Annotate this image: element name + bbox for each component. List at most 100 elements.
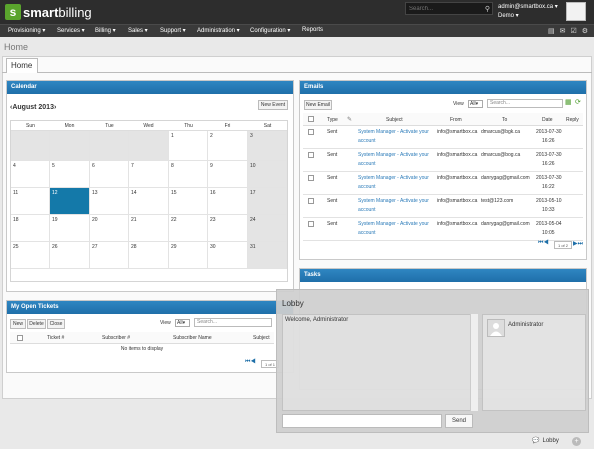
calendar-day[interactable]: 23 (208, 215, 248, 242)
email-row[interactable]: Sent System Manager - Activate your accoun… (303, 126, 583, 149)
send-button[interactable]: Send (445, 414, 473, 428)
calendar-day[interactable]: 15 (169, 188, 208, 215)
new-ticket-button[interactable]: New (10, 319, 26, 329)
tab-home[interactable]: Home (6, 58, 38, 73)
email-subject-link[interactable]: System Manager - Activate your (358, 129, 429, 135)
calendar-day[interactable]: 7 (129, 161, 169, 188)
email-subject-link[interactable]: System Manager - Activate your (358, 152, 429, 158)
calendar-day[interactable]: 25 (11, 242, 50, 269)
email-row[interactable]: Sent System Manager - Activate your accoun… (303, 218, 583, 241)
calendar-day[interactable]: 1 (169, 131, 208, 161)
email-row[interactable]: Sent System Manager - Activate your accoun… (303, 149, 583, 172)
calendar-day[interactable]: 24 (248, 215, 287, 242)
delete-ticket-button[interactable]: Delete (27, 319, 46, 329)
email-subject-link[interactable]: System Manager - Activate your (358, 221, 429, 227)
calendar-day[interactable]: 20 (90, 215, 129, 242)
email-view-select[interactable]: All▾ (468, 100, 483, 108)
calendar-day[interactable]: 4 (11, 161, 50, 188)
calendar-day[interactable]: 9 (208, 161, 248, 188)
email-page-box[interactable]: 1 of 2 (554, 241, 572, 249)
company-menu[interactable]: Demo ▾ (498, 12, 519, 19)
row-checkbox[interactable] (308, 198, 314, 204)
calendar-day[interactable]: 29 (169, 242, 208, 269)
ticket-pager-prev[interactable]: ⏮◀ (245, 359, 256, 366)
nav-provisioning[interactable]: Provisioning ▾ (8, 27, 45, 34)
tickets-title: My Open Tickets (7, 301, 293, 314)
mail-icon[interactable]: ✉ (560, 27, 566, 35)
calendar-day[interactable]: 6 (90, 161, 129, 188)
select-all-checkbox[interactable] (17, 335, 23, 341)
email-subject-link[interactable]: System Manager - Activate your (358, 198, 429, 204)
calendar-day[interactable] (50, 131, 90, 161)
checkbox-icon[interactable]: ☑ (570, 27, 576, 35)
logo-mark: s (5, 4, 21, 20)
nav-administration[interactable]: Administration ▾ (197, 27, 240, 34)
row-checkbox[interactable] (308, 152, 314, 158)
nav-configuration[interactable]: Configuration ▾ (250, 27, 290, 34)
calendar-day[interactable]: 2 (208, 131, 248, 161)
excel-icon[interactable]: ▦ (565, 98, 572, 106)
lobby-scrollbar[interactable] (470, 314, 478, 411)
email-search-input[interactable]: Search... (487, 99, 563, 108)
chat-icon: 💬 (532, 438, 540, 444)
ticket-view-select[interactable]: All▾ (175, 319, 190, 327)
brand-logo[interactable]: s smartbilling (5, 3, 92, 21)
calendar-day[interactable]: 11 (11, 188, 50, 215)
lobby-user-name[interactable]: Administrator (508, 322, 543, 328)
email-pager-prev[interactable]: ⏮◀ (538, 240, 549, 247)
calendar-day[interactable]: 14 (129, 188, 169, 215)
ticket-search-input[interactable]: Search... (194, 318, 272, 327)
calendar-day[interactable]: 21 (129, 215, 169, 242)
calendar-day[interactable]: 13 (90, 188, 129, 215)
refresh-icon[interactable]: ⟳ (575, 98, 581, 106)
calendar-day[interactable]: 27 (90, 242, 129, 269)
select-all-checkbox[interactable] (308, 116, 314, 122)
calendar-day[interactable]: 18 (11, 215, 50, 242)
nav-support[interactable]: Support ▾ (160, 27, 186, 34)
calendar-day[interactable]: 3 (248, 131, 287, 161)
email-pager-next[interactable]: ▶⏭ (573, 240, 583, 248)
add-icon[interactable]: + (572, 437, 581, 446)
calendar-day[interactable]: 30 (208, 242, 248, 269)
next-month-button[interactable]: › (54, 104, 56, 111)
view-label: View (453, 101, 464, 107)
calendar-day[interactable]: 31 (248, 242, 287, 269)
calendar-day[interactable]: 8 (169, 161, 208, 188)
calendar-day[interactable] (11, 131, 50, 161)
row-checkbox[interactable] (308, 221, 314, 227)
calendar-day[interactable]: 28 (129, 242, 169, 269)
dow-label: Sun (26, 123, 35, 129)
search-icon[interactable]: ⚲ (485, 5, 490, 13)
calendar-day[interactable]: 16 (208, 188, 248, 215)
search-input[interactable] (406, 3, 484, 14)
calendar-day[interactable]: 10 (248, 161, 287, 188)
email-subject-link[interactable]: System Manager - Activate your (358, 175, 429, 181)
nav-billing[interactable]: Billing ▾ (95, 27, 116, 34)
top-bar: s smartbilling ⚲ admin@smartbox.ca ▾ Dem… (0, 0, 594, 24)
avatar[interactable] (566, 2, 586, 21)
calendar-day[interactable]: 12 (50, 188, 90, 215)
new-event-button[interactable]: New Event (258, 100, 288, 110)
calendar-day[interactable]: 5 (50, 161, 90, 188)
calendar-day[interactable]: 19 (50, 215, 90, 242)
calendar-day[interactable]: 26 (50, 242, 90, 269)
nav-sales[interactable]: Sales ▾ (128, 27, 148, 34)
new-email-button[interactable]: New Email (304, 100, 332, 110)
nav-reports[interactable]: Reports (302, 27, 323, 33)
lobby-message-input[interactable] (282, 414, 442, 428)
calendar-day[interactable] (90, 131, 129, 161)
email-row[interactable]: Sent System Manager - Activate your accoun… (303, 195, 583, 218)
nav-services[interactable]: Services ▾ (57, 27, 85, 34)
dow-label: Thu (184, 123, 193, 129)
calendar-day[interactable]: 22 (169, 215, 208, 242)
close-ticket-button[interactable]: Close (47, 319, 65, 329)
gear-icon[interactable]: ⚙ (582, 27, 588, 35)
user-menu[interactable]: admin@smartbox.ca ▾ (498, 3, 558, 10)
book-icon[interactable]: ▤ (548, 27, 555, 35)
lobby-toggle[interactable]: 💬 Lobby (532, 437, 559, 445)
calendar-day[interactable]: 17 (248, 188, 287, 215)
email-row[interactable]: Sent System Manager - Activate your accoun… (303, 172, 583, 195)
row-checkbox[interactable] (308, 129, 314, 135)
row-checkbox[interactable] (308, 175, 314, 181)
calendar-day[interactable] (129, 131, 169, 161)
